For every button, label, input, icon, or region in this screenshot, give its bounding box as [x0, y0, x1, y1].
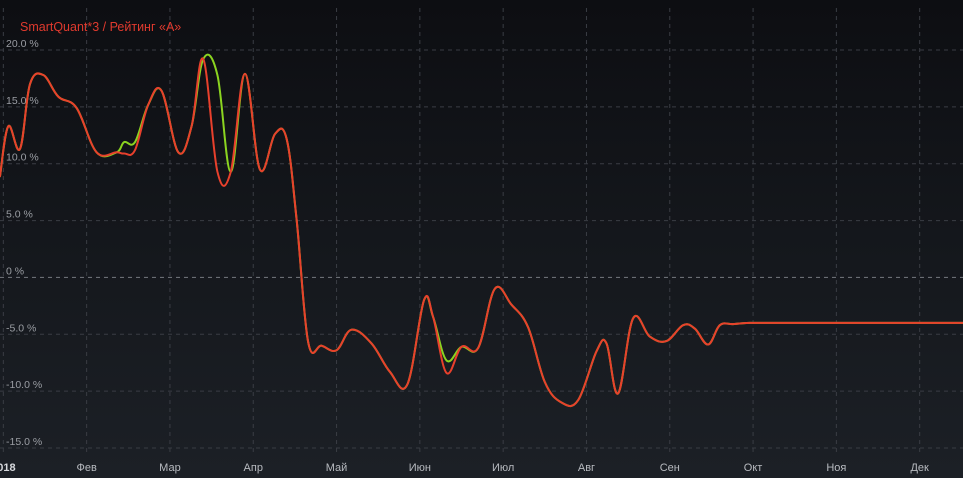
x-tick-label: Мар — [159, 462, 181, 474]
x-tick-label: Июл — [492, 462, 514, 474]
x-axis-tick-labels: 2018 Фев Мар Апр Май Июн Июл Авг Сен Окт Ноя Дек — [0, 462, 929, 474]
y-tick-label: 0 % — [6, 265, 24, 277]
x-tick-label: Ноя — [826, 462, 846, 474]
x-tick-label: 2018 — [0, 462, 16, 474]
x-tick-label: Окт — [744, 462, 763, 474]
x-tick-label: Авг — [578, 462, 595, 474]
x-tick-label: Апр — [244, 462, 263, 474]
y-tick-label: 15.0 % — [6, 95, 39, 107]
y-tick-label: 20.0 % — [6, 38, 39, 50]
line-chart: 20.0 % 15.0 % 10.0 % 5.0 % 0 % -5.0 % -10.0 % -… — [0, 8, 963, 474]
y-axis-tick-labels: 20.0 % 15.0 % 10.0 % 5.0 % 0 % -5.0 % -10.0 % -… — [6, 38, 42, 448]
y-tick-label: -5.0 % — [6, 322, 36, 334]
chart-title: SmartQuant*3 / Рейтинг «A» — [20, 20, 181, 34]
y-tick-label: -10.0 % — [6, 379, 42, 391]
y-tick-label: -15.0 % — [6, 436, 42, 448]
chart-container: 20.0 % 15.0 % 10.0 % 5.0 % 0 % -5.0 % -10.0 % -… — [0, 0, 963, 478]
y-tick-label: 5.0 % — [6, 209, 33, 221]
x-tick-label: Май — [326, 462, 348, 474]
series-line-2 — [0, 57, 963, 408]
y-tick-label: 10.0 % — [6, 152, 39, 164]
grid-lines — [0, 8, 963, 456]
x-tick-label: Сен — [660, 462, 680, 474]
x-tick-label: Фев — [76, 462, 96, 474]
x-tick-label: Дек — [910, 462, 929, 474]
x-tick-label: Июн — [409, 462, 431, 474]
